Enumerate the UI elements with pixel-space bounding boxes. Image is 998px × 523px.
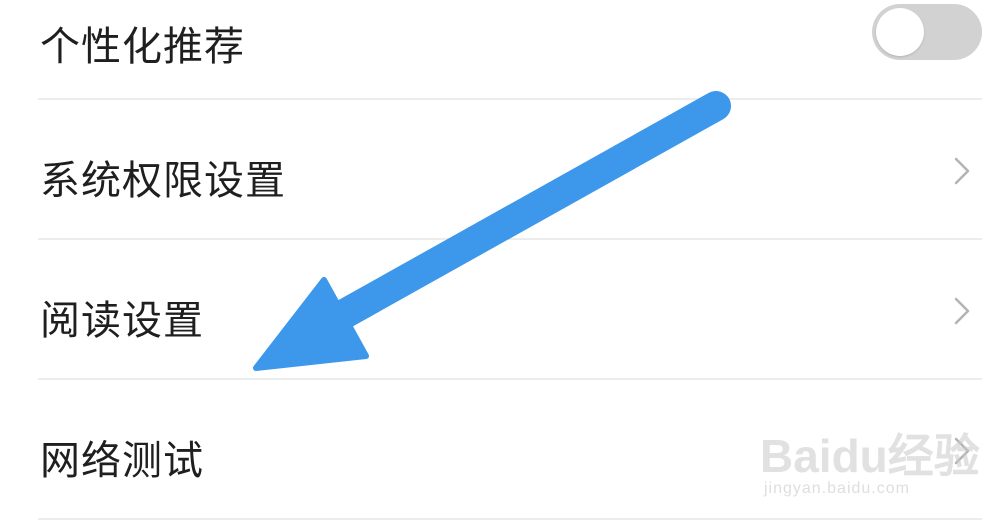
settings-item-label: 网络测试	[40, 438, 204, 484]
settings-item-reading-settings[interactable]: 阅读设置	[0, 240, 998, 380]
personalized-recommendation-toggle[interactable]	[872, 4, 982, 60]
settings-item-label: 个性化推荐	[40, 24, 245, 70]
settings-item-label: 系统权限设置	[40, 158, 286, 204]
settings-item-network-test[interactable]: 网络测试	[0, 380, 998, 520]
chevron-right-icon	[954, 157, 970, 185]
settings-screen: 个性化推荐 系统权限设置 阅读设置 网络测试 Baidu经验 jingyan.b…	[0, 0, 998, 523]
settings-item-personalized-recommendation[interactable]: 个性化推荐	[0, 0, 998, 102]
chevron-right-icon	[954, 437, 970, 465]
settings-item-label: 阅读设置	[40, 298, 204, 344]
divider	[38, 518, 982, 520]
toggle-knob	[876, 8, 924, 56]
settings-item-system-permissions[interactable]: 系统权限设置	[0, 100, 998, 240]
chevron-right-icon	[954, 297, 970, 325]
